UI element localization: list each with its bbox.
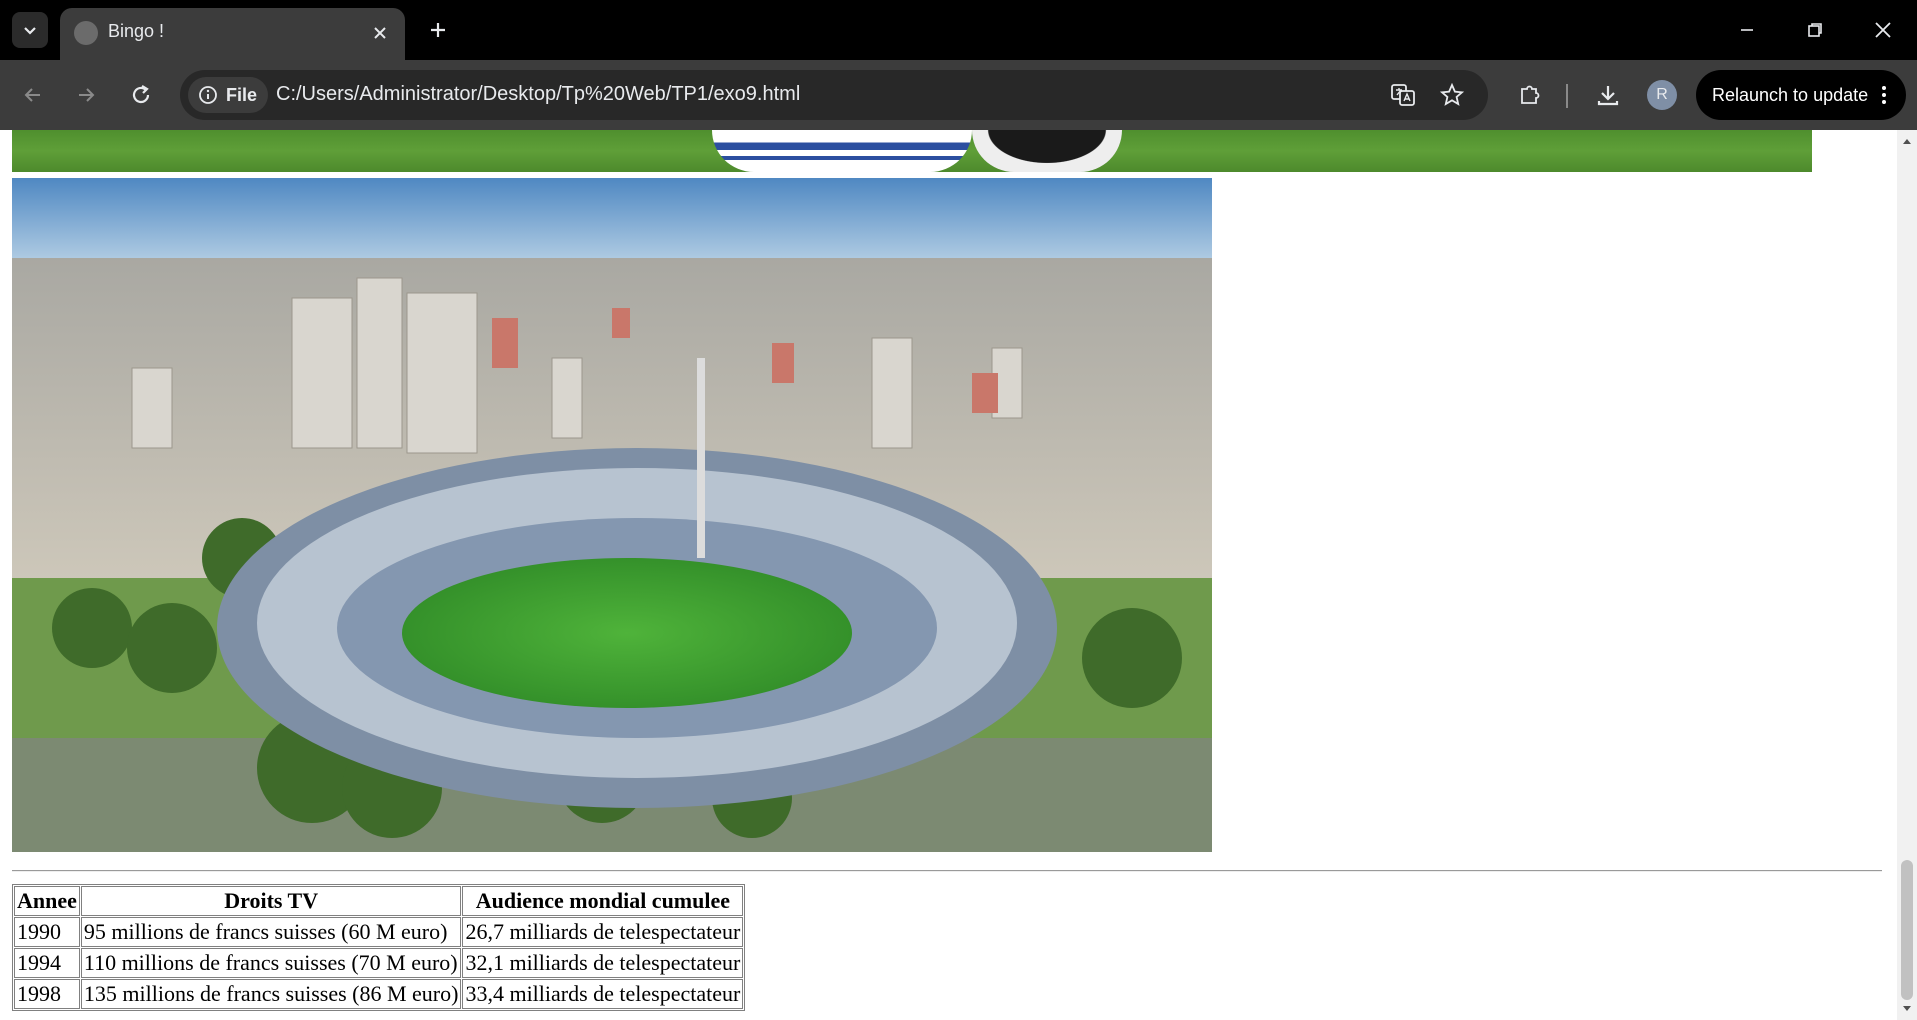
forward-button[interactable] (66, 75, 106, 115)
extensions-button[interactable] (1510, 75, 1550, 115)
minimize-button[interactable] (1713, 0, 1781, 60)
tab-close-button[interactable] (367, 20, 393, 46)
table-header-row: Annee Droits TV Audience mondial cumulee (14, 886, 744, 916)
col-header-droits-tv: Droits TV (80, 886, 462, 916)
browser-toolbar: File C:/Users/Administrator/Desktop/Tp%2… (0, 60, 1917, 130)
ball-detail (972, 130, 1122, 172)
relaunch-to-update-button[interactable]: Relaunch to update (1696, 70, 1906, 120)
puzzle-icon (1521, 85, 1540, 104)
close-window-button[interactable] (1849, 0, 1917, 60)
tab-active[interactable]: Bingo ! (60, 8, 405, 60)
table-cell: 26,7 milliards de telespectateur (462, 917, 744, 947)
restore-button[interactable] (1781, 0, 1849, 60)
more-vert-icon[interactable] (1872, 83, 1896, 107)
table-cell: 110 millions de francs suisses (70 M eur… (80, 948, 462, 978)
page-scrollbar[interactable] (1897, 130, 1917, 1020)
relaunch-label: Relaunch to update (1712, 84, 1869, 105)
chevron-down-icon (24, 27, 36, 35)
profile-avatar[interactable]: R (1647, 80, 1677, 110)
table-cell: 1994 (14, 948, 80, 978)
downloads-button[interactable] (1588, 75, 1628, 115)
restore-icon (1808, 23, 1822, 37)
table-cell: 1990 (14, 917, 80, 947)
football-photo (12, 130, 1812, 172)
arrow-right-icon (79, 88, 95, 102)
download-icon (1597, 86, 1619, 106)
page-viewport: Annee Droits TV Audience mondial cumulee… (0, 130, 1897, 1020)
plus-icon (431, 23, 445, 37)
horizontal-rule (12, 870, 1882, 872)
stadium-illustration (12, 178, 1212, 852)
table-cell: 135 millions de francs suisses (86 M eur… (80, 979, 462, 1009)
table-row: 1990 95 millions de francs suisses (60 M… (14, 917, 744, 947)
new-tab-button[interactable] (420, 12, 456, 48)
arrow-left-icon (24, 88, 40, 102)
jersey-detail (712, 130, 972, 172)
browser-title-bar: Bingo ! (0, 0, 1917, 60)
info-icon (199, 86, 217, 104)
reload-button[interactable] (121, 75, 161, 115)
table-cell: 33,4 milliards de telespectateur (462, 979, 744, 1009)
stats-table: Annee Droits TV Audience mondial cumulee… (12, 884, 746, 1011)
stadium-photo (12, 178, 1212, 852)
bookmark-star-icon[interactable] (1437, 80, 1467, 110)
tab-title: Bingo ! (108, 21, 165, 41)
url-text[interactable]: C:/Users/Administrator/Desktop/Tp%20Web/… (276, 83, 800, 106)
table-cell: 95 millions de francs suisses (60 M euro… (80, 917, 462, 947)
table-row: 1994 110 millions de francs suisses (70 … (14, 948, 744, 978)
address-bar[interactable]: File C:/Users/Administrator/Desktop/Tp%2… (180, 70, 1488, 120)
table-cell: 32,1 milliards de telespectateur (462, 948, 744, 978)
scroll-up-arrow-icon[interactable] (1897, 132, 1917, 150)
close-icon (374, 27, 386, 39)
site-info-button[interactable]: File (188, 77, 268, 113)
col-header-audience: Audience mondial cumulee (462, 886, 744, 916)
globe-icon (74, 21, 98, 45)
scroll-down-arrow-icon[interactable] (1897, 1000, 1917, 1018)
scroll-thumb[interactable] (1901, 860, 1913, 1000)
close-icon (1875, 22, 1891, 38)
tab-search-button[interactable] (12, 12, 48, 48)
back-button[interactable] (13, 75, 53, 115)
minimize-icon (1741, 29, 1753, 31)
col-header-annee: Annee (14, 886, 80, 916)
translate-icon[interactable] (1388, 80, 1418, 110)
table-cell: 1998 (14, 979, 80, 1009)
reload-icon (132, 85, 150, 104)
toolbar-separator (1566, 84, 1568, 108)
file-label: File (226, 84, 258, 105)
table-row: 1998 135 millions de francs suisses (86 … (14, 979, 744, 1009)
